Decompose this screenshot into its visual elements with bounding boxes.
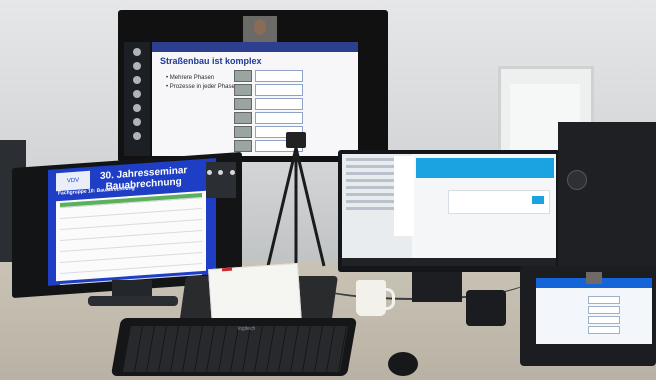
sidebar-dot-icon xyxy=(133,118,141,126)
center-monitor-stand xyxy=(412,272,462,302)
process-box xyxy=(588,316,620,324)
sidebar-dot-icon xyxy=(133,48,141,56)
phase-icon xyxy=(234,98,252,110)
control-dot-icon xyxy=(207,170,212,175)
sidebar-dot-icon xyxy=(133,76,141,84)
control-dot-icon xyxy=(218,170,224,175)
control-dot-icon xyxy=(229,170,235,175)
phase-icon xyxy=(234,112,252,124)
sidebar-dot-icon xyxy=(133,62,141,70)
web-app-button xyxy=(532,196,544,204)
keyboard-keys xyxy=(121,326,349,372)
video-participant-thumbnail xyxy=(243,16,277,42)
keyboard-brand: logitech xyxy=(238,326,256,332)
mouse xyxy=(388,352,418,376)
conference-hub xyxy=(466,290,506,326)
slide-bullet: Prozesse in jeder Phase xyxy=(166,83,235,92)
slide-title: Straßenbau ist komplex xyxy=(160,56,262,66)
wall-display-sidebar xyxy=(124,42,150,156)
conference-speaker-panel xyxy=(206,162,236,198)
laptop-video-thumbnail xyxy=(586,272,602,284)
slide-bullet: Mehrere Phasen xyxy=(166,74,235,83)
sidebar-dot-icon xyxy=(133,90,141,98)
phase-icon xyxy=(234,140,252,152)
monitor-logo-icon xyxy=(567,170,587,190)
process-box xyxy=(588,326,620,334)
sidebar-dot-icon xyxy=(133,132,141,140)
phase-icon xyxy=(234,84,252,96)
process-box xyxy=(255,112,303,124)
process-box xyxy=(588,306,620,314)
web-app-header xyxy=(416,158,554,178)
process-box xyxy=(588,296,620,304)
laptop-slide-boxes xyxy=(588,296,620,336)
camera-icon xyxy=(286,132,306,148)
mug-handle xyxy=(382,288,395,310)
left-monitor-base xyxy=(88,296,178,306)
chat-panel xyxy=(394,156,414,236)
process-box xyxy=(255,98,303,110)
slide-bullets: Mehrere Phasen Prozesse in jeder Phase xyxy=(166,74,235,92)
taskbar xyxy=(342,258,556,266)
tripod xyxy=(266,148,326,267)
sidebar-dot-icon xyxy=(133,104,141,112)
right-monitor xyxy=(558,122,656,272)
phase-icon xyxy=(234,70,252,82)
process-box xyxy=(255,84,303,96)
agenda-document xyxy=(56,190,206,285)
phase-icon xyxy=(234,126,252,138)
process-box xyxy=(255,70,303,82)
slide-header-bar xyxy=(152,42,358,52)
